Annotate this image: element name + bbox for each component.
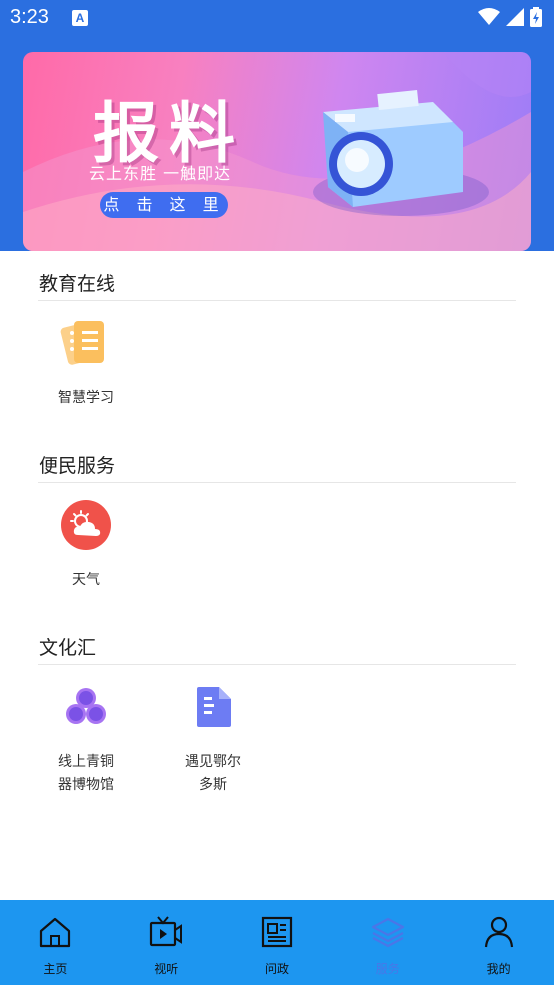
tile-smart-learning[interactable]: 智慧学习 — [31, 317, 141, 410]
wifi-icon — [478, 8, 500, 25]
nav-services[interactable]: 服务 — [332, 900, 443, 985]
document-icon — [197, 687, 231, 727]
nav-politics[interactable]: 问政 — [222, 900, 333, 985]
status-bar: 3:23 A — [0, 0, 554, 36]
banner-subtitle: 云上东胜 一触即达 — [89, 164, 232, 183]
nav-video[interactable]: 视听 — [111, 900, 222, 985]
status-time: 3:23 — [10, 6, 49, 28]
nav-label: 问政 — [264, 962, 289, 976]
layers-icon — [371, 917, 404, 948]
bottom-navigation: 主页 视听 问政 服务 我的 — [0, 900, 554, 985]
nav-home[interactable]: 主页 — [0, 900, 111, 985]
notification-a-icon: A — [72, 10, 88, 26]
section-title-education: 教育在线 — [39, 273, 116, 295]
section-divider — [38, 300, 516, 301]
services-content: 教育在线 智慧学习 便民服务 天气 文化汇 线上青铜 器博物馆 遇见鄂尔 多斯 — [0, 251, 554, 900]
section-title-culture: 文化汇 — [39, 637, 97, 659]
newspaper-icon — [261, 916, 293, 948]
section-divider — [38, 482, 516, 483]
signal-icon — [506, 8, 524, 26]
tv-icon — [150, 916, 183, 947]
nav-label: 主页 — [43, 962, 68, 976]
nav-mine[interactable]: 我的 — [443, 900, 554, 985]
nav-label: 我的 — [486, 962, 511, 976]
tile-label: 遇见鄂尔 多斯 — [185, 754, 241, 793]
tile-weather[interactable]: 天气 — [31, 499, 141, 592]
user-icon — [484, 916, 513, 948]
report-banner[interactable]: 报料 云上东胜 一触即达 点 击 这 里 — [23, 52, 531, 251]
nav-label: 服务 — [375, 962, 400, 976]
home-icon — [40, 917, 71, 948]
tile-meet-ordos[interactable]: 遇见鄂尔 多斯 — [158, 681, 268, 797]
section-divider — [38, 664, 516, 665]
nav-label: 视听 — [154, 962, 179, 976]
section-title-services: 便民服务 — [39, 455, 116, 477]
tile-bronze-museum[interactable]: 线上青铜 器博物馆 — [31, 681, 141, 797]
weather-icon — [61, 500, 111, 550]
notebook-icon — [60, 321, 104, 365]
camera-icon — [323, 89, 463, 207]
tile-label: 线上青铜 器博物馆 — [58, 754, 114, 793]
banner-click-button[interactable]: 点 击 这 里 — [100, 192, 228, 218]
tile-label: 智慧学习 — [58, 390, 114, 406]
tile-label: 天气 — [72, 572, 100, 588]
circles-icon — [66, 688, 106, 724]
battery-icon — [530, 7, 542, 27]
